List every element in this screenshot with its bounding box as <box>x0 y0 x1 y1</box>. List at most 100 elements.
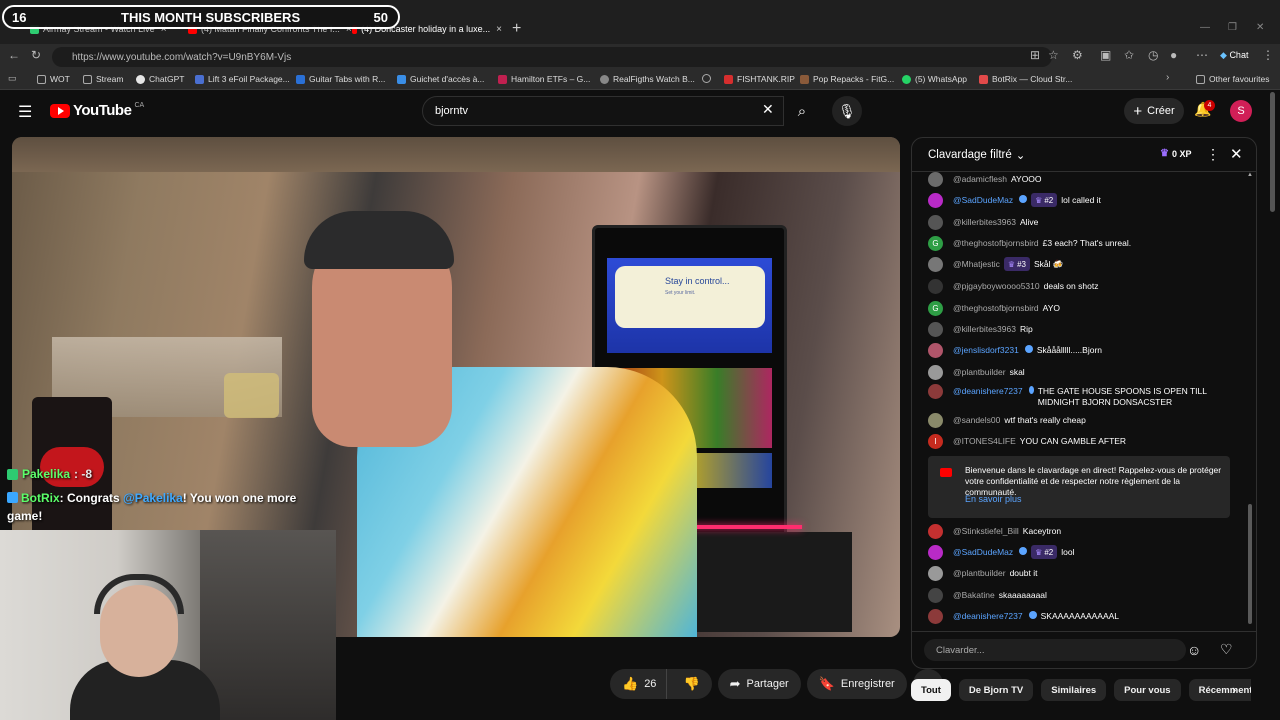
chip-all[interactable]: Tout <box>911 679 951 701</box>
chat-avatar[interactable] <box>928 343 943 358</box>
split-screen-icon[interactable]: ▣ <box>1100 48 1111 62</box>
emoji-icon[interactable]: ☺ <box>1187 642 1201 658</box>
chat-message[interactable]: @Mhatjestic ♛ #3 Skål 🍻 <box>928 257 1233 272</box>
chat-author[interactable]: @Bakatine <box>953 590 995 601</box>
chat-avatar[interactable] <box>928 524 943 539</box>
new-tab-icon[interactable]: + <box>512 20 521 38</box>
page-scrollbar[interactable] <box>1270 92 1276 700</box>
chat-message[interactable]: @plantbuilder doubt it <box>928 566 1233 581</box>
chat-author[interactable]: @theghostofbjornsbird <box>953 303 1039 314</box>
chat-scroll-thumb[interactable] <box>1248 504 1252 624</box>
chat-message[interactable]: @deanishere7237 THE GATE HOUSE SPOONS IS … <box>928 384 1233 408</box>
chat-avatar[interactable] <box>928 193 943 208</box>
chat-author[interactable]: @killerbites3963 <box>953 324 1016 335</box>
clear-search-icon[interactable]: ✕ <box>762 101 774 118</box>
dislike-button[interactable]: 👎 <box>673 669 711 699</box>
bookmark-item[interactable] <box>702 74 711 83</box>
chat-author[interactable]: @Stinkstiefel_Bill <box>953 526 1019 537</box>
refresh-icon[interactable]: ↻ <box>31 48 41 62</box>
chat-avatar[interactable] <box>928 257 943 272</box>
bookmark-item[interactable]: Hamilton ETFs – G... <box>498 74 590 84</box>
chat-avatar[interactable]: G <box>928 236 943 251</box>
xp-badge[interactable]: ♛ 0 XP <box>1160 148 1191 159</box>
profile-icon[interactable]: ● <box>1170 48 1177 62</box>
bookmark-item[interactable]: FISHTANK.RIP <box>724 74 795 84</box>
chat-message[interactable]: @pjgayboywoooo5310 deals on shotz <box>928 279 1233 294</box>
copilot-button[interactable]: ◆ Chat <box>1220 50 1248 61</box>
window-close-icon[interactable]: ✕ <box>1256 22 1264 33</box>
chat-message[interactable]: @sandels00 wtf that's really cheap <box>928 413 1233 428</box>
chat-message[interactable]: G @theghostofbjornsbird £3 each? That's un… <box>928 236 1233 251</box>
hamburger-menu-icon[interactable]: ☰ <box>18 102 34 122</box>
address-bar[interactable]: https://www.youtube.com/watch?v=U9nBY6M-… <box>52 47 1052 67</box>
chat-input[interactable]: Clavarder... <box>924 639 1186 661</box>
chat-avatar[interactable] <box>928 365 943 380</box>
chat-message[interactable]: @jenslisdorf3231 Skååålllll.....Bjorn <box>928 343 1233 358</box>
chat-author[interactable]: @deanishere7237 <box>953 386 1023 397</box>
bookmark-item[interactable]: WOT <box>37 74 70 84</box>
apps-icon[interactable]: ⊞ <box>1030 48 1040 62</box>
other-favourites[interactable]: Other favourites <box>1196 74 1269 84</box>
more-icon[interactable]: ⋯ <box>1196 48 1208 62</box>
bookmark-item[interactable]: Pop Repacks - FitG... <box>800 74 894 84</box>
create-button[interactable]: + Créer <box>1124 98 1184 124</box>
chat-author[interactable]: @adamicflesh <box>953 174 1007 185</box>
chat-filter-dropdown[interactable]: Clavardage filtré ⌄ <box>928 148 1025 162</box>
chip-for-you[interactable]: Pour vous <box>1114 679 1181 701</box>
chat-scrollbar[interactable]: ▲ <box>1247 172 1253 624</box>
like-button[interactable]: 👍 26 <box>610 669 668 699</box>
chat-author[interactable]: @Mhatjestic <box>953 259 1000 270</box>
chat-author[interactable]: @jenslisdorf3231 <box>953 345 1019 356</box>
chevron-right-icon[interactable]: › <box>1232 682 1236 697</box>
chat-message[interactable]: @adamicflesh AYOOO <box>928 172 1233 187</box>
bookmark-item[interactable]: Guitar Tabs with R... <box>296 74 385 84</box>
chat-message[interactable]: @SadDudeMaz ♛ #2 lool <box>928 545 1233 560</box>
chat-author[interactable]: @ITONES4LIFE <box>953 436 1016 447</box>
share-button[interactable]: ➦ Partager <box>717 669 801 699</box>
bookmark-item[interactable]: Guichet d'accès à... <box>397 74 484 84</box>
chat-avatar[interactable] <box>928 566 943 581</box>
maximize-icon[interactable]: ❐ <box>1228 22 1237 33</box>
chat-avatar[interactable] <box>928 384 943 399</box>
bookmark-item[interactable]: BotRix — Cloud Str... <box>979 74 1072 84</box>
chat-author[interactable]: @deanishere7237 <box>953 611 1023 622</box>
chat-avatar[interactable] <box>928 279 943 294</box>
chat-author[interactable]: @SadDudeMaz <box>953 547 1013 558</box>
chat-message[interactable]: @killerbites3963 Alive <box>928 215 1233 230</box>
microphone-icon[interactable]: 🎙 <box>832 96 862 126</box>
search-icon[interactable]: ⌕ <box>786 96 818 126</box>
chat-message[interactable]: G @theghostofbjornsbird AYO <box>928 301 1233 316</box>
chat-avatar[interactable] <box>928 172 943 187</box>
chat-author[interactable]: @sandels00 <box>953 415 1000 426</box>
settings-more-icon[interactable]: ⋮ <box>1262 48 1274 62</box>
bookmark-item[interactable]: Stream <box>83 74 123 84</box>
chat-message[interactable]: @Bakatine skaaaaaaaal <box>928 588 1233 603</box>
youtube-logo[interactable]: YouTube CA <box>50 102 144 119</box>
chat-message[interactable]: I @ITONES4LIFE YOU CAN GAMBLE AFTER <box>928 434 1233 449</box>
history-icon[interactable]: ◷ <box>1148 48 1158 62</box>
chat-avatar[interactable] <box>928 588 943 603</box>
bookmark-item[interactable]: (5) WhatsApp <box>902 74 967 84</box>
favorite-star-icon[interactable]: ☆ <box>1048 48 1059 62</box>
learn-more-link[interactable]: En savoir plus <box>965 494 1022 505</box>
scroll-up-icon[interactable]: ▲ <box>1247 172 1253 178</box>
bookmark-item[interactable]: ChatGPT <box>136 74 184 84</box>
chat-author[interactable]: @plantbuilder <box>953 367 1006 378</box>
chat-message[interactable]: @SadDudeMaz ♛ #2 lol called it <box>928 193 1233 208</box>
bookmark-item[interactable]: RealFigths Watch B... <box>600 74 695 84</box>
page-scroll-thumb[interactable] <box>1270 92 1275 212</box>
chat-avatar[interactable]: G <box>928 301 943 316</box>
search-input[interactable]: bjorntv <box>422 96 784 126</box>
chip-recently-uploaded[interactable]: Récemment mis <box>1188 679 1251 701</box>
chat-avatar[interactable] <box>928 322 943 337</box>
chat-author[interactable]: @plantbuilder <box>953 568 1006 579</box>
heart-icon[interactable]: ♡ <box>1220 641 1233 658</box>
chat-message[interactable]: @plantbuilder skal <box>928 365 1233 380</box>
back-icon[interactable]: ← <box>8 48 20 62</box>
reading-list-icon[interactable]: ▭ <box>8 73 17 84</box>
avatar[interactable]: S <box>1230 100 1252 122</box>
favorites-icon[interactable]: ✩ <box>1124 48 1134 62</box>
chat-message[interactable]: @deanishere7237 SKAAAAAAAAAAAL <box>928 609 1233 624</box>
chevron-right-icon[interactable]: › <box>1166 72 1169 83</box>
chat-message[interactable]: @killerbites3963 Rip <box>928 322 1233 337</box>
